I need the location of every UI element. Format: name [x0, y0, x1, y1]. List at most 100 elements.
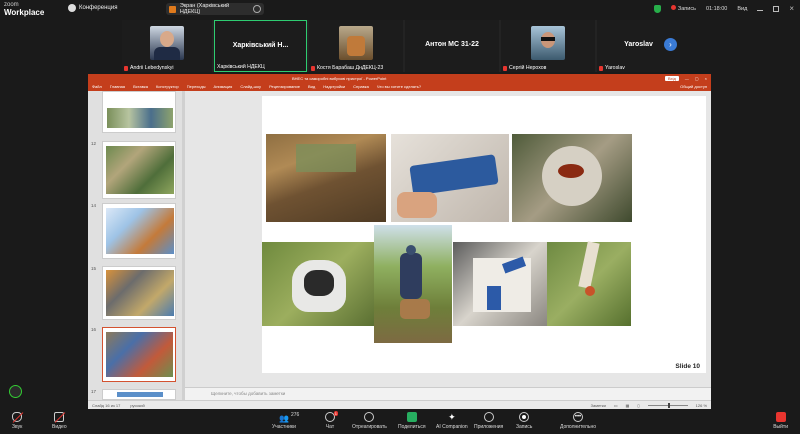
- security-shield-icon[interactable]: [653, 4, 661, 13]
- tab-addins[interactable]: Надстройки: [323, 84, 345, 89]
- tab-home[interactable]: Главная: [110, 84, 125, 89]
- tab-design[interactable]: Конструктор: [156, 84, 179, 89]
- tab-view[interactable]: Вид: [308, 84, 315, 89]
- participant-video: [339, 26, 373, 60]
- share-indicator[interactable]: Экран (Харківський НДЕКЦ): [166, 3, 264, 15]
- maximize-icon[interactable]: ▢: [695, 76, 699, 81]
- sign-in-button[interactable]: Вхід: [665, 75, 679, 81]
- close-icon[interactable]: ×: [789, 4, 794, 13]
- record-button[interactable]: Запись: [516, 412, 532, 430]
- zoom-level[interactable]: 126 %: [696, 403, 707, 408]
- slide-photo: [391, 134, 509, 222]
- participant-video: [150, 26, 184, 60]
- stop-share-icon[interactable]: [253, 5, 261, 13]
- record-dot-icon: [670, 5, 676, 10]
- apps-button[interactable]: Приложения: [474, 412, 503, 430]
- share-button[interactable]: Поделиться: [398, 412, 426, 430]
- participant-tile[interactable]: Yaroslav Yaroslav ›: [597, 20, 680, 72]
- minimize-icon[interactable]: [757, 7, 764, 11]
- slide-thumbnail[interactable]: [102, 389, 176, 400]
- ai-companion-button[interactable]: ✦ AI Companion: [436, 412, 468, 430]
- slide: Slide 10: [262, 96, 706, 373]
- video-button[interactable]: Видео: [52, 412, 67, 430]
- zoom-top-bar: zoom Workplace Конференция Экран (Харків…: [0, 0, 800, 18]
- slide-photo: [453, 242, 547, 326]
- participants-button[interactable]: 👥 276 Участники: [272, 412, 300, 430]
- share-screen-icon: [406, 412, 417, 422]
- audio-button[interactable]: Звук: [12, 412, 24, 430]
- share-label: Экран (Харківський НДЕКЦ): [179, 3, 230, 15]
- recording-indicator[interactable]: Запись: [670, 5, 696, 12]
- more-button[interactable]: ••• Дополнительно: [560, 412, 596, 430]
- slide-photo: [547, 241, 631, 326]
- tab-slideshow[interactable]: Слайд-шоу: [240, 84, 261, 89]
- tab-review[interactable]: Рецензирование: [269, 84, 300, 89]
- apps-icon: [483, 412, 494, 422]
- ppt-ribbon-tabs: Файл Главная Вставка Конструктор Переход…: [88, 82, 711, 91]
- tab-insert[interactable]: Вставка: [133, 84, 148, 89]
- participant-tile[interactable]: Andrii Lebedynskyi: [122, 20, 212, 72]
- minimize-icon[interactable]: —: [685, 76, 689, 81]
- react-button[interactable]: Отреагировать: [352, 412, 387, 430]
- muted-mic-icon: [124, 65, 128, 71]
- normal-view-icon[interactable]: ▭: [614, 403, 618, 408]
- participant-tile[interactable]: Сергій Нерохов: [501, 20, 595, 72]
- notes-toggle-button[interactable]: Заметки: [591, 403, 606, 408]
- chat-button[interactable]: 1 Чат: [325, 411, 338, 430]
- security-icon[interactable]: [9, 385, 22, 398]
- slide-thumbnail[interactable]: [102, 91, 176, 133]
- slide-thumbnail[interactable]: [102, 266, 176, 320]
- tab-transitions[interactable]: Переходы: [187, 84, 206, 89]
- slide-canvas: Slide 10: [185, 91, 711, 387]
- slide-thumbnails-pane: 12 14 15 16 17: [88, 91, 182, 400]
- chat-icon: 1: [325, 411, 338, 422]
- language-indicator[interactable]: русский: [130, 403, 144, 408]
- next-page-icon[interactable]: ›: [664, 38, 677, 51]
- slide-photo: [266, 134, 386, 222]
- leave-icon: [775, 412, 786, 422]
- participant-video: [531, 26, 565, 60]
- view-menu[interactable]: Вид: [737, 6, 747, 12]
- close-icon[interactable]: ×: [705, 76, 707, 81]
- tell-me-search[interactable]: Что вы хотите сделать?: [377, 84, 421, 89]
- slide-photo: [374, 225, 452, 343]
- muted-mic-icon: [599, 65, 603, 71]
- slide-photo: [512, 134, 632, 222]
- slide-thumbnail[interactable]: [102, 141, 176, 199]
- ppt-title: ВНЕС та саморобні вибухові пристрої - Po…: [292, 75, 387, 81]
- participant-tile[interactable]: Костя Барабаш ДнДЕКЦ-23: [309, 20, 403, 72]
- muted-mic-icon: [311, 65, 315, 71]
- zoom-logo: zoom Workplace: [4, 1, 44, 17]
- heart-icon: [364, 412, 375, 422]
- zoom-bottom-toolbar: Звук Видео 👥 276 Участники 1 Чат Отреагир…: [0, 409, 800, 434]
- slide-photo: [262, 242, 374, 326]
- record-icon: [519, 412, 530, 422]
- tab-animations[interactable]: Анимация: [214, 84, 233, 89]
- slide-thumbnail[interactable]: [102, 203, 176, 259]
- slide-thumbnail-selected[interactable]: [102, 327, 176, 382]
- ppt-statusbar: Слайд 16 из 17 русский Заметки ▭ ▦ ▯ 126…: [88, 400, 711, 409]
- ppt-share-button[interactable]: Общий доступ: [680, 84, 707, 89]
- logo-text-bottom: Workplace: [4, 8, 45, 17]
- camera-off-icon: [54, 412, 66, 423]
- reading-view-icon[interactable]: ▯: [637, 403, 639, 408]
- people-icon: 👥 276: [278, 412, 300, 423]
- conference-menu[interactable]: Конференция: [68, 4, 117, 12]
- leave-button[interactable]: Выйти: [773, 412, 788, 430]
- shared-powerpoint-window: ВНЕС та саморобні вибухові пристрої - Po…: [88, 74, 711, 409]
- tab-help[interactable]: Справка: [353, 84, 369, 89]
- sparkle-icon: ✦: [448, 412, 456, 422]
- tab-file[interactable]: Файл: [92, 84, 102, 89]
- participant-tile-active[interactable]: Харківський Н... Харківський НДЕКЦ: [214, 20, 307, 72]
- zoom-slider[interactable]: [647, 402, 688, 408]
- participant-tile[interactable]: Антон МС 31-22: [405, 20, 499, 72]
- screen-share-icon: [169, 5, 176, 13]
- notes-pane[interactable]: Щелкните, чтобы добавить заметки: [185, 387, 711, 400]
- maximize-icon[interactable]: [773, 5, 780, 12]
- more-icon: •••: [573, 412, 583, 422]
- sorter-view-icon[interactable]: ▦: [626, 403, 630, 408]
- ppt-titlebar: ВНЕС та саморобні вибухові пристрої - Po…: [88, 74, 711, 82]
- mic-muted-icon: [12, 412, 24, 423]
- meeting-timer: 01:18:00: [705, 5, 728, 12]
- video-strip: Andrii Lebedynskyi Харківський Н... Харк…: [122, 20, 680, 72]
